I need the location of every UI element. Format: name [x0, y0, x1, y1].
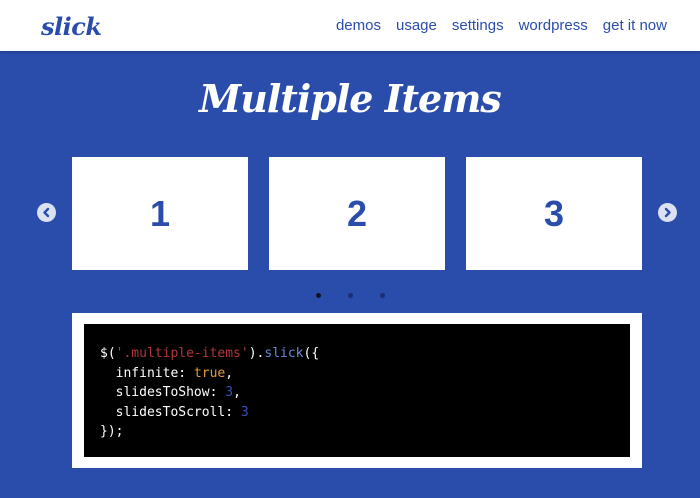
carousel-dots	[0, 293, 700, 298]
code-token: ,	[233, 385, 241, 400]
nav-link-wordpress[interactable]: wordpress	[519, 17, 588, 34]
code-keyword: true	[193, 365, 226, 381]
chevron-left-icon	[43, 207, 50, 218]
slide-number: 1	[149, 192, 171, 234]
carousel-track: 1 2 3	[72, 157, 642, 270]
code-token: $(	[100, 346, 116, 361]
nav-link-get-it-now[interactable]: get it now	[603, 17, 667, 34]
code-string: '.multiple-items'	[115, 346, 249, 361]
code-key: infinite:	[100, 365, 194, 381]
code-token: ).	[248, 346, 265, 361]
code-line-3: slidesToShow: 3,	[100, 383, 630, 403]
slide-1[interactable]: 1	[72, 157, 248, 270]
code-line-2: infinite: true,	[100, 364, 630, 384]
nav-link-demos[interactable]: demos	[336, 17, 381, 34]
code-number: 3	[225, 385, 234, 400]
code-line-1: $('.multiple-items').slick({	[100, 344, 630, 364]
slide-3[interactable]: 3	[466, 157, 642, 270]
code-line-4: slidesToScroll: 3	[100, 403, 630, 423]
code-line-5: });	[100, 424, 124, 439]
code-key: slidesToShow:	[100, 385, 226, 400]
carousel-dot-2[interactable]	[347, 293, 353, 298]
code-method: slick	[264, 346, 304, 361]
code-token: ({	[303, 346, 320, 361]
slide-number: 3	[543, 192, 565, 234]
nav-link-usage[interactable]: usage	[396, 17, 437, 34]
code-block: $('.multiple-items').slick({ infinite: t…	[84, 324, 630, 457]
code-number: 3	[240, 404, 249, 420]
code-example-frame: $('.multiple-items').slick({ infinite: t…	[72, 313, 642, 468]
chevron-right-icon	[664, 207, 671, 218]
main-nav: demos usage settings wordpress get it no…	[336, 17, 667, 34]
carousel-dot-3[interactable]	[379, 293, 385, 298]
section-heading: Multiple Items	[199, 76, 502, 121]
next-arrow-button[interactable]	[658, 203, 677, 222]
slick-logo[interactable]: slick	[41, 12, 102, 41]
nav-link-settings[interactable]: settings	[452, 17, 504, 34]
code-key: slidesToScroll:	[100, 404, 241, 420]
slide-2[interactable]: 2	[269, 157, 445, 270]
slide-number: 2	[346, 192, 368, 234]
code-token: ,	[225, 365, 234, 381]
top-navbar: slick demos usage settings wordpress get…	[0, 0, 700, 51]
carousel-dot-1[interactable]	[315, 293, 321, 298]
prev-arrow-button[interactable]	[37, 203, 56, 222]
